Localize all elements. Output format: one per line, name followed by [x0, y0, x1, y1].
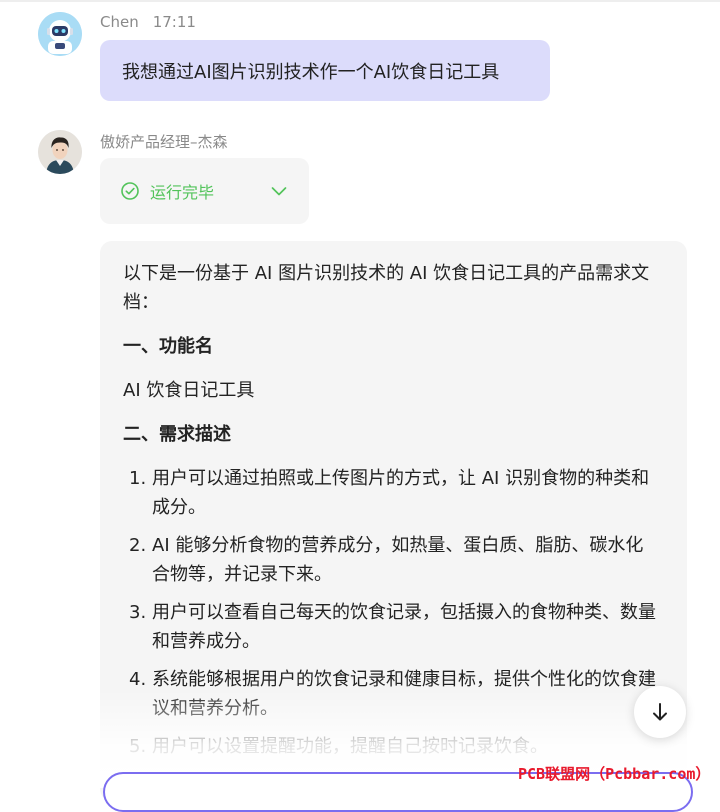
list-item-text: AI 能够分析食物的营养成分，如热量、蛋白质、脂肪、碳水化合物等，并记录下来。: [152, 535, 644, 585]
list-item: 2. AI 能够分析食物的营养成分，如热量、蛋白质、脂肪、碳水化合物等，并记录下…: [123, 531, 661, 589]
list-item-text: 用户可以通过拍照或上传图片的方式，让 AI 识别食物的种类和成分。: [152, 468, 650, 518]
list-item-text: 用户可以设置提醒功能，提醒自己按时记录饮食。: [152, 736, 548, 757]
user-message-meta: Chen 17:11: [100, 13, 196, 31]
feature-name-text: AI 饮食日记工具: [123, 380, 255, 401]
list-item-number: 4.: [129, 669, 147, 690]
list-item: 1. 用户可以通过拍照或上传图片的方式，让 AI 识别食物的种类和成分。: [123, 464, 661, 522]
list-item: 5. 用户可以设置提醒功能，提醒自己按时记录饮食。: [123, 732, 661, 761]
message-time: 17:11: [152, 13, 196, 31]
user-message-bubble[interactable]: 我想通过AI图片识别技术作一个AI饮食日记工具: [100, 40, 550, 101]
list-item-text: 系统能够根据用户的饮食记录和健康目标，提供个性化的饮食建议和营养分析。: [152, 669, 656, 719]
section-heading-feature-name: 一、功能名: [123, 336, 213, 357]
list-item-number: 3.: [129, 602, 147, 623]
robot-avatar-icon: [38, 12, 82, 56]
user-name: Chen: [100, 13, 139, 31]
user-message-text: 我想通过AI图片识别技术作一个AI饮食日记工具: [122, 61, 500, 83]
section-heading-requirements: 二、需求描述: [123, 424, 231, 445]
run-status-toggle[interactable]: 运行完毕: [100, 158, 309, 224]
bot-name: 傲娇产品经理–杰森: [100, 133, 228, 151]
top-divider: [0, 0, 720, 2]
list-item-number: 5.: [129, 736, 147, 757]
run-status-label: 运行完毕: [150, 183, 215, 202]
bot-avatar[interactable]: [38, 130, 82, 174]
bot-answer-card: 以下是一份基于 AI 图片识别技术的 AI 饮食日记工具的产品需求文档： 一、功…: [100, 241, 687, 801]
site-watermark: PCB联盟网（Pcbbar.com）: [518, 765, 711, 783]
list-item: 4. 系统能够根据用户的饮食记录和健康目标，提供个性化的饮食建议和营养分析。: [123, 665, 661, 723]
list-item-number: 2.: [129, 535, 147, 556]
arrow-down-icon: [653, 703, 667, 721]
chevron-down-icon[interactable]: [269, 181, 289, 201]
answer-intro: 以下是一份基于 AI 图片识别技术的 AI 饮食日记工具的产品需求文档：: [123, 263, 650, 313]
person-avatar-icon: [38, 130, 82, 174]
list-item: 3. 用户可以查看自己每天的饮食记录，包括摄入的食物种类、数量和营养成分。: [123, 598, 661, 656]
user-avatar[interactable]: [38, 12, 82, 56]
scroll-to-bottom-button[interactable]: [634, 686, 686, 738]
list-item-number: 1.: [129, 468, 147, 489]
check-circle-icon: [121, 182, 139, 200]
list-item-text: 用户可以查看自己每天的饮食记录，包括摄入的食物种类、数量和营养成分。: [152, 602, 656, 652]
requirements-list: 1. 用户可以通过拍照或上传图片的方式，让 AI 识别食物的种类和成分。 2. …: [123, 464, 661, 761]
